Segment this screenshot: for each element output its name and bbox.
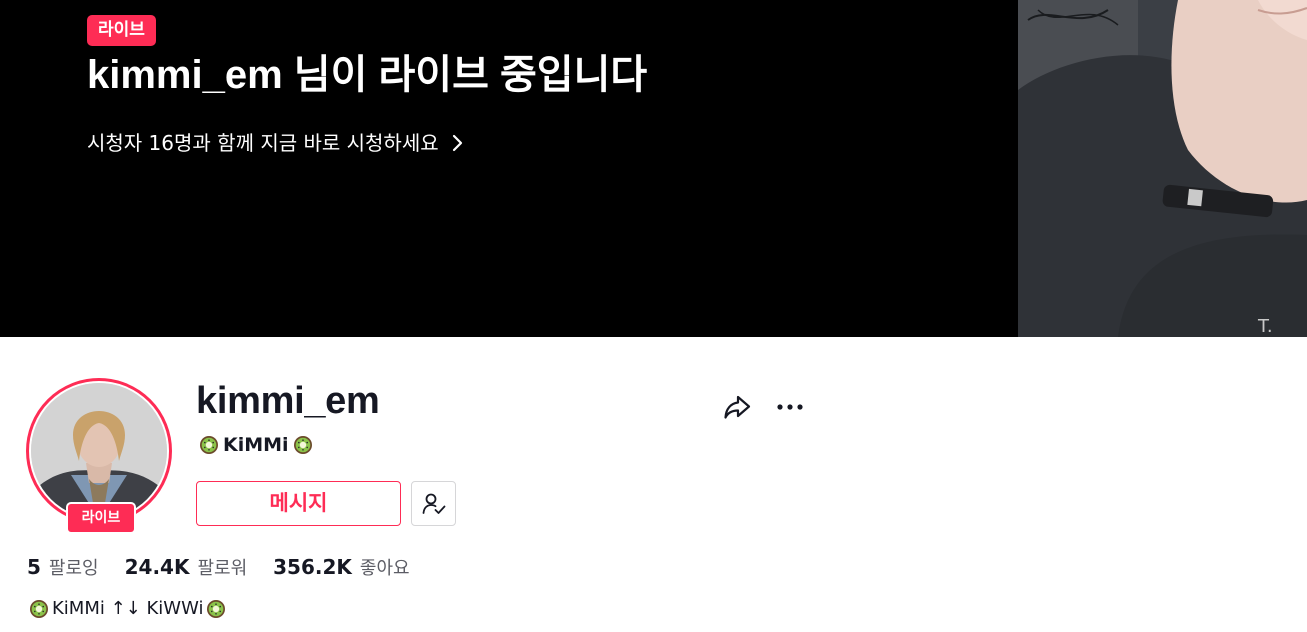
kiwi-icon bbox=[200, 436, 218, 454]
profile-username: kimmi_em bbox=[196, 380, 380, 422]
share-arrow-icon bbox=[724, 395, 751, 419]
profile-avatar[interactable]: 라이브 bbox=[26, 378, 172, 534]
following-button[interactable] bbox=[411, 481, 456, 526]
profile-bio: KiMMi ↑↓ KiWWi bbox=[29, 596, 226, 622]
bio-text: KiMMi ↑↓ KiWWi bbox=[52, 598, 204, 619]
stat-label: 좋아요 bbox=[359, 558, 410, 579]
profile-stats: 5 팔로잉 24.4K 팔로워 356.2K 좋아요 bbox=[27, 554, 410, 582]
share-button[interactable] bbox=[720, 390, 754, 424]
chevron-right-icon bbox=[452, 134, 462, 152]
more-dots-icon bbox=[777, 404, 803, 410]
live-preview-thumbnail[interactable]: T. bbox=[1018, 0, 1307, 337]
stat-label: 팔로워 bbox=[197, 558, 248, 579]
kiwi-icon bbox=[30, 600, 48, 618]
live-preview-image: T. bbox=[1018, 0, 1307, 337]
avatar-live-badge: 라이브 bbox=[66, 502, 136, 534]
stat-value: 356.2K bbox=[273, 555, 352, 579]
avatar bbox=[31, 383, 167, 519]
profile-nickname: KiMMi bbox=[199, 432, 313, 458]
message-button[interactable]: 메시지 bbox=[196, 481, 401, 526]
stat-value: 5 bbox=[27, 555, 41, 579]
watch-now-link[interactable]: 시청자 16명과 함께 지금 바로 시청하세요 bbox=[87, 128, 465, 158]
nickname-text: KiMMi bbox=[223, 434, 289, 456]
stat-likes: 356.2K 좋아요 bbox=[273, 554, 409, 582]
kiwi-icon bbox=[207, 600, 226, 618]
svg-text:T.: T. bbox=[1257, 316, 1273, 337]
kiwi-icon bbox=[293, 436, 312, 454]
watch-now-label: 시청자 16명과 함께 지금 바로 시청하세요 bbox=[87, 131, 439, 155]
stat-followers[interactable]: 24.4K 팔로워 bbox=[125, 554, 248, 582]
live-banner-title: kimmi_em 님이 라이브 중입니다 bbox=[87, 53, 648, 97]
stat-value: 24.4K bbox=[124, 555, 190, 579]
live-banner[interactable]: 라이브 kimmi_em 님이 라이브 중입니다 시청자 16명과 함께 지금 … bbox=[0, 0, 1307, 337]
stat-label: 팔로잉 bbox=[48, 558, 99, 579]
live-tag: 라이브 bbox=[87, 15, 156, 46]
user-check-icon bbox=[422, 493, 445, 514]
more-options-button[interactable] bbox=[772, 390, 808, 424]
stat-following[interactable]: 5 팔로잉 bbox=[27, 554, 99, 582]
